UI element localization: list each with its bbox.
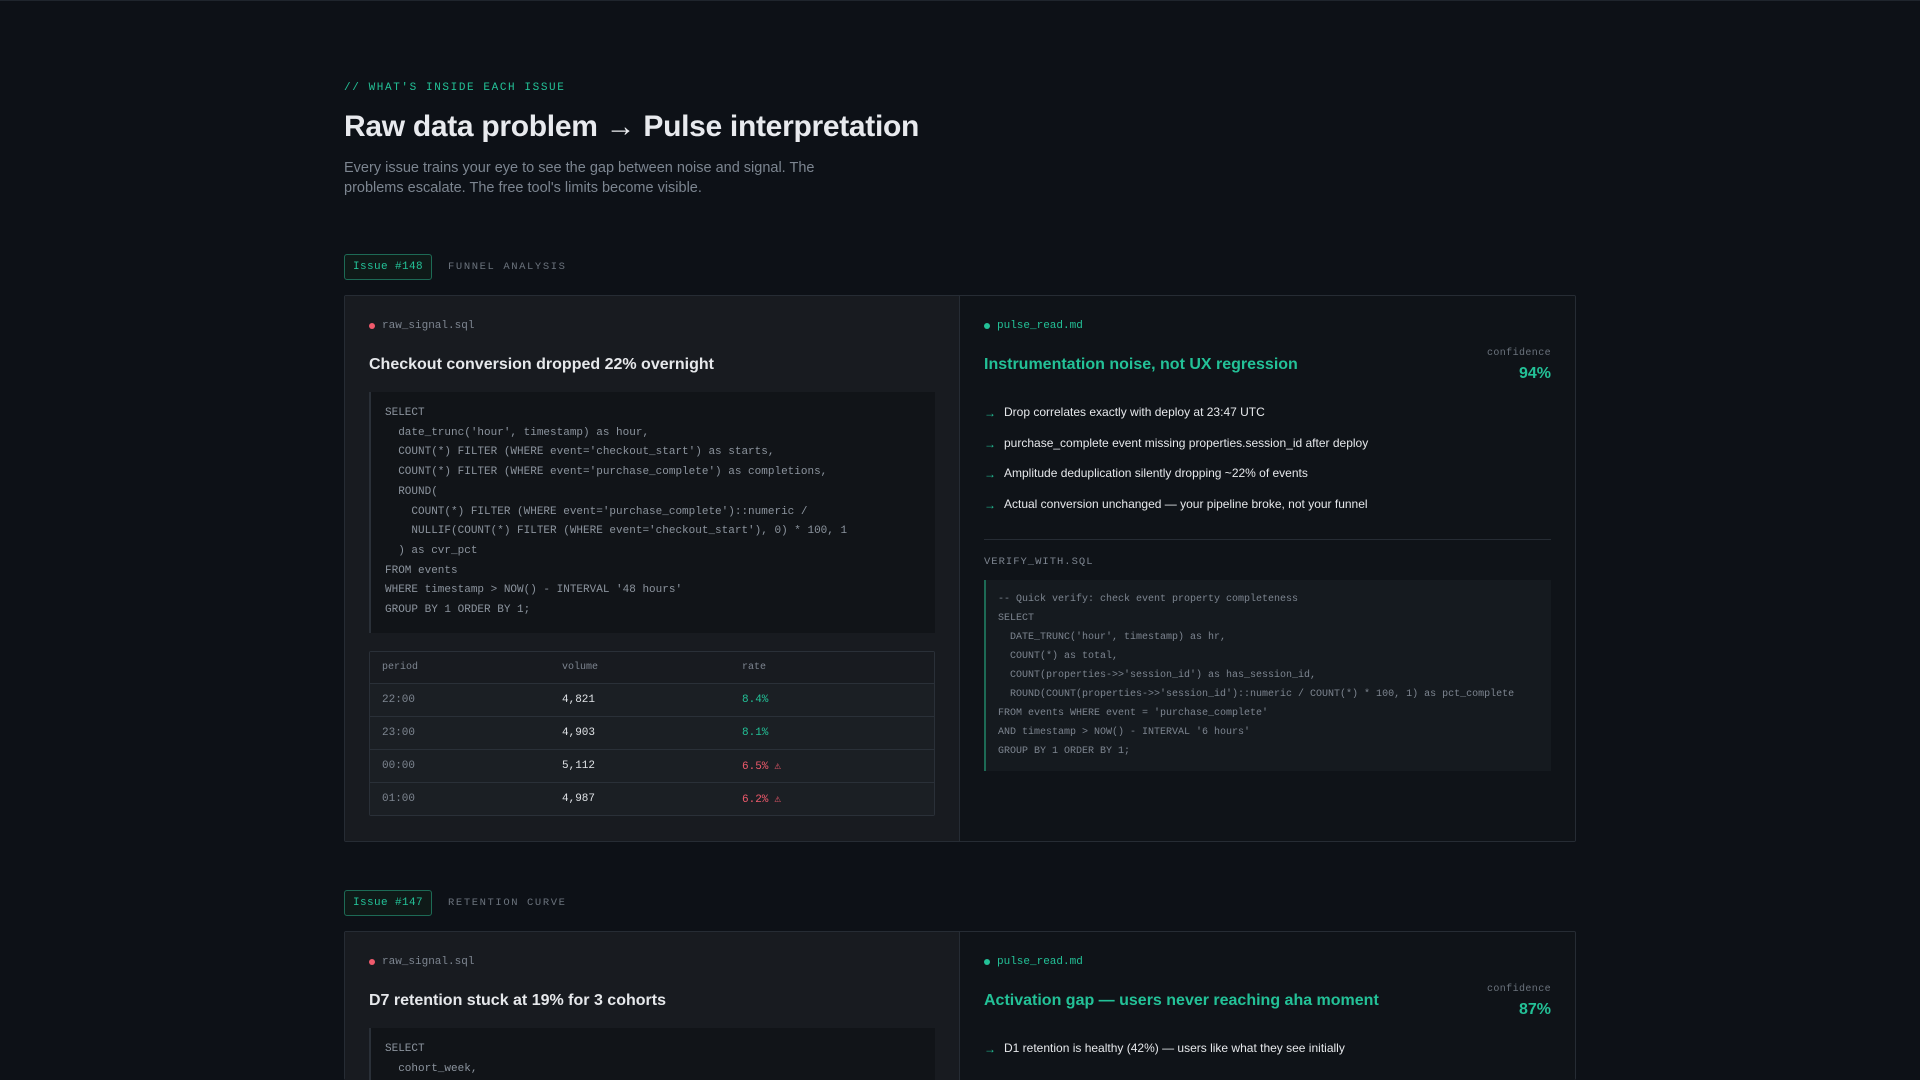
arrow-right-icon: →	[984, 467, 996, 481]
issue-148-card: raw_signal.sql Checkout conversion dropp…	[344, 295, 1576, 842]
issue-badge[interactable]: Issue #147	[344, 890, 433, 916]
period-cell: 00:00	[382, 759, 416, 772]
volume-cell: 4,821	[562, 693, 596, 706]
raw-sql-code: SELECT date_trunc('hour', timestamp) as …	[369, 392, 935, 633]
raw-file-label: raw_signal.sql	[369, 320, 935, 332]
rate-cell-alert: 6.5% ⚠	[742, 759, 934, 773]
findings-list: → Drop correlates exactly with deploy at …	[984, 405, 1551, 527]
page-title: Raw data problem → Pulse interpretation	[344, 110, 920, 143]
confidence-label: confidence	[1486, 984, 1551, 995]
list-item: → Actual conversion unchanged — your pipe…	[984, 497, 1551, 528]
column-header-volume: volume	[562, 661, 599, 673]
raw-file-label: raw_signal.sql	[369, 956, 935, 968]
verify-sql-code: -- Quick verify: check event property co…	[984, 580, 1551, 771]
rate-cell-alert: 6.2% ⚠	[742, 792, 934, 806]
issue-kind: RETENTION CURVE	[448, 897, 567, 909]
finding-text: Drop correlates exactly with deploy at 2…	[1004, 405, 1265, 419]
pulse-file-label: pulse_read.md	[984, 320, 1551, 332]
arrow-right-icon: →	[984, 406, 996, 420]
list-item: → D1 retention is healthy (42%) — users l…	[984, 1041, 1551, 1072]
interpretation-header: Activation gap — users never reaching ah…	[984, 984, 1551, 1019]
table-row: 01:00 4,987 6.2% ⚠	[370, 781, 934, 815]
red-dot-icon	[369, 323, 375, 329]
raw-title: D7 retention stuck at 19% for 3 cohorts	[369, 992, 666, 1009]
results-table: period volume rate 22:00 4,821 8.4% 23:0…	[369, 650, 935, 816]
raw-sql-code: SELECT cohort_week,	[369, 1028, 935, 1080]
column-header-rate: rate	[742, 661, 767, 673]
page-subtitle: Every issue trains your eye to see the g…	[344, 160, 815, 196]
interpretation-title: Instrumentation noise, not UX regression	[984, 356, 1298, 373]
interpretation-title: Activation gap — users never reaching ah…	[984, 992, 1379, 1009]
issue-148-header: Issue #148 FUNNEL ANALYSIS	[344, 254, 567, 280]
arrow-right-icon: →	[984, 497, 996, 512]
finding-text: D1 retention is healthy (42%) — users li…	[1004, 1041, 1345, 1055]
table-row: 23:00 4,903 8.1%	[370, 715, 934, 749]
verify-label: VERIFY_WITH.SQL	[984, 556, 1094, 568]
pulse-file-label: pulse_read.md	[984, 956, 1551, 968]
issue-badge[interactable]: Issue #148	[344, 254, 433, 280]
rate-value: 6.5%	[742, 760, 769, 773]
green-dot-icon	[984, 323, 990, 329]
findings-list: → D1 retention is healthy (42%) — users l…	[984, 1041, 1551, 1072]
issue-kind: FUNNEL ANALYSIS	[448, 261, 567, 273]
issue-147-card: raw_signal.sql D7 retention stuck at 19%…	[344, 931, 1576, 1080]
list-item: → purchase_complete event missing propert…	[984, 436, 1551, 467]
period-cell: 22:00	[382, 693, 416, 706]
list-item: → Amplitude deduplication silently droppi…	[984, 466, 1551, 497]
pulse-file-name: pulse_read.md	[997, 320, 1083, 332]
arrow-right-icon: →	[984, 1042, 996, 1056]
finding-text: Amplitude deduplication silently droppin…	[1004, 466, 1308, 480]
confidence-value: 87%	[1518, 1001, 1551, 1018]
finding-text: purchase_complete event missing properti…	[1004, 435, 1369, 450]
period-cell: 01:00	[382, 792, 416, 805]
confidence-block: confidence 94%	[1487, 348, 1551, 383]
confidence-value: 94%	[1518, 365, 1551, 382]
raw-title: Checkout conversion dropped 22% overnigh…	[369, 356, 714, 373]
divider	[984, 539, 1551, 540]
pulse-read-pane: pulse_read.md Activation gap — users nev…	[960, 932, 1575, 1080]
table-row: 22:00 4,821 8.4%	[370, 682, 934, 716]
pulse-file-name: pulse_read.md	[997, 956, 1083, 968]
volume-cell: 4,903	[562, 726, 596, 739]
raw-file-name: raw_signal.sql	[382, 956, 475, 968]
green-dot-icon	[984, 959, 990, 965]
raw-file-name: raw_signal.sql	[382, 320, 475, 332]
list-item: → Drop correlates exactly with deploy at …	[984, 405, 1551, 436]
period-cell: 23:00	[382, 726, 416, 739]
finding-text: Actual conversion unchanged — your pipel…	[1004, 496, 1368, 511]
confidence-block: confidence 87%	[1487, 984, 1551, 1019]
table-row: 00:00 5,112 6.5% ⚠	[370, 748, 934, 782]
pulse-read-pane: pulse_read.md Instrumentation noise, not…	[960, 296, 1575, 841]
table-header: period volume rate	[370, 651, 934, 683]
rate-cell: 8.1%	[742, 726, 769, 739]
warning-icon: ⚠	[774, 793, 782, 806]
rate-value: 6.2%	[742, 793, 769, 806]
column-header-period: period	[382, 661, 419, 673]
arrow-right-icon: →	[984, 436, 996, 451]
rate-cell: 8.4%	[742, 693, 769, 706]
interpretation-header: Instrumentation noise, not UX regression…	[984, 348, 1551, 383]
volume-cell: 5,112	[562, 759, 596, 772]
confidence-label: confidence	[1486, 348, 1551, 359]
raw-signal-pane: raw_signal.sql Checkout conversion dropp…	[345, 296, 960, 841]
volume-cell: 4,987	[562, 792, 596, 805]
section-eyebrow: // WHAT'S INSIDE EACH ISSUE	[344, 82, 566, 94]
issue-147-header: Issue #147 RETENTION CURVE	[344, 890, 567, 916]
top-border	[0, 0, 1920, 1]
raw-signal-pane: raw_signal.sql D7 retention stuck at 19%…	[345, 932, 960, 1080]
warning-icon: ⚠	[774, 760, 782, 773]
red-dot-icon	[369, 959, 375, 965]
